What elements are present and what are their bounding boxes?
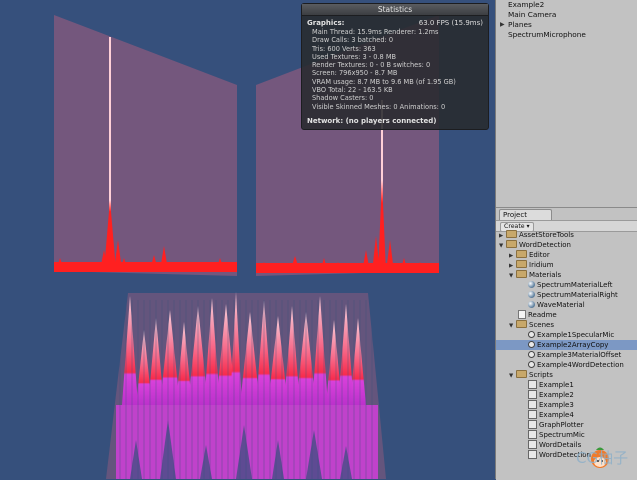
tree-item-label: Example4 bbox=[539, 411, 574, 419]
tree-item-label: SpectrumMaterialLeft bbox=[537, 281, 613, 289]
stat-line-draw-calls: Draw Calls: 3 batched: 0 bbox=[312, 36, 394, 45]
stat-line-shadow-casters: Shadow Casters: 0 bbox=[312, 94, 374, 103]
tree-item-graphplotter[interactable]: GraphPlotter bbox=[528, 419, 584, 430]
tree-item-spectrummaterialleft[interactable]: SpectrumMaterialLeft bbox=[528, 280, 613, 290]
script-icon bbox=[528, 439, 537, 449]
script-icon bbox=[528, 389, 537, 399]
tree-item-worddetection[interactable]: ▼ WordDetection bbox=[499, 240, 571, 250]
script-icon bbox=[528, 379, 537, 389]
folder-icon bbox=[516, 370, 527, 378]
tree-item-materials[interactable]: ▼ Materials bbox=[509, 270, 561, 280]
document-icon bbox=[518, 309, 526, 319]
tree-item-assetstoretools[interactable]: ▶ AssetStoreTools bbox=[499, 230, 574, 240]
game-view[interactable]: Statistics Graphics: 63.0 FPS (15.9ms) M… bbox=[0, 0, 495, 479]
stat-line-screen: Screen: 796x950 - 8.7 MB bbox=[312, 69, 398, 78]
tree-item-label: Example2ArrayCopy bbox=[537, 341, 609, 349]
tree-item-example4[interactable]: Example4 bbox=[528, 409, 574, 420]
unity-scene-icon bbox=[528, 330, 535, 338]
script-icon bbox=[528, 429, 537, 439]
tree-item-example2[interactable]: Example2 bbox=[528, 389, 574, 400]
tree-item-label: Example3 bbox=[539, 401, 574, 409]
folder-icon bbox=[516, 260, 527, 268]
stat-line-render-textures: Render Textures: 0 - 0 B switches: 0 bbox=[312, 61, 431, 70]
editor-side-panel: Example2 Main Camera ▶ Planes SpectrumMi… bbox=[495, 0, 637, 480]
tree-item-label: SpectrumMaterialRight bbox=[537, 291, 618, 299]
tree-item-label: SpectrumMic bbox=[539, 431, 585, 439]
script-icon bbox=[528, 409, 537, 419]
hierarchy-item-example2[interactable]: Example2 bbox=[508, 0, 544, 10]
script-icon bbox=[528, 449, 537, 459]
tree-item-spectrummic[interactable]: SpectrumMic bbox=[528, 429, 585, 440]
tree-item-scenes[interactable]: ▼ Scenes bbox=[509, 320, 554, 330]
tree-item-example4worddetection[interactable]: Example4WordDetection bbox=[528, 360, 624, 370]
unity-scene-icon bbox=[528, 350, 535, 358]
folder-icon bbox=[516, 270, 527, 278]
stat-line-vram: VRAM usage: 8.7 MB to 9.6 MB (of 1.95 GB… bbox=[312, 77, 456, 86]
tree-item-label: GraphPlotter bbox=[539, 421, 584, 429]
tree-item-label: Iridium bbox=[529, 261, 554, 269]
tree-item-label: Scenes bbox=[529, 321, 554, 329]
tree-item-label: Scripts bbox=[529, 371, 553, 379]
stat-line-skinned-meshes: Visible Skinned Meshes: 0 Animations: 0 bbox=[312, 102, 446, 111]
tree-item-label: Example2 bbox=[539, 391, 574, 399]
stat-line-textures: Used Textures: 3 - 0.8 MB bbox=[312, 52, 397, 61]
folder-icon bbox=[506, 230, 517, 238]
folder-icon bbox=[516, 320, 527, 328]
material-icon bbox=[528, 300, 535, 308]
tree-item-label: Editor bbox=[529, 251, 550, 259]
tree-item-spectrummaterialright[interactable]: SpectrumMaterialRight bbox=[528, 290, 618, 300]
material-icon bbox=[528, 280, 535, 288]
tree-item-label: Example1 bbox=[539, 381, 574, 389]
script-icon bbox=[528, 399, 537, 409]
collapse-arrow-icon[interactable]: ▼ bbox=[509, 321, 516, 331]
folder-icon bbox=[516, 250, 527, 258]
tree-item-iridium[interactable]: ▶ Iridium bbox=[509, 260, 554, 270]
tree-item-example1specularmic[interactable]: Example1SpecularMic bbox=[528, 330, 614, 340]
stat-line-vbo: VBO Total: 22 - 163.5 KB bbox=[312, 86, 393, 95]
stat-line-main-thread: Main Thread: 15.9ms Renderer: 1.2ms bbox=[312, 28, 439, 36]
tree-item-label: WordDetection bbox=[519, 241, 571, 249]
graphics-row: Graphics: 63.0 FPS (15.9ms) bbox=[307, 18, 483, 28]
tree-item-label: Example4WordDetection bbox=[537, 361, 624, 369]
material-icon bbox=[528, 290, 535, 298]
tree-item-label: AssetStoreTools bbox=[519, 231, 574, 239]
tree-item-label: Materials bbox=[529, 271, 562, 279]
network-status: Network: (no players connected) bbox=[307, 116, 437, 125]
unity-scene-icon bbox=[528, 360, 535, 368]
tree-item-example3materialoffset[interactable]: Example3MaterialOffset bbox=[528, 350, 621, 360]
script-icon bbox=[528, 419, 537, 429]
tree-item-example1[interactable]: Example1 bbox=[528, 379, 574, 390]
tree-item-label: Example1SpecularMic bbox=[537, 331, 615, 339]
expand-arrow-icon[interactable]: ▶ bbox=[500, 21, 505, 28]
unity-scene-icon bbox=[528, 340, 535, 348]
tree-item-label: WaveMaterial bbox=[537, 301, 585, 309]
tree-item-example3[interactable]: Example3 bbox=[528, 399, 574, 410]
tree-item-label: Example3MaterialOffset bbox=[537, 351, 622, 359]
tree-item-label: Readme bbox=[528, 311, 557, 319]
tree-item-scripts[interactable]: ▼ Scripts bbox=[509, 370, 553, 380]
tree-item-editor[interactable]: ▶ Editor bbox=[509, 250, 550, 260]
fps-readout: 63.0 FPS (15.9ms) bbox=[418, 19, 483, 27]
hierarchy-item-spectrum-microphone[interactable]: SpectrumMicrophone bbox=[508, 30, 586, 40]
hierarchy-item-planes[interactable]: Planes bbox=[508, 20, 532, 30]
collapse-arrow-icon[interactable]: ▼ bbox=[509, 271, 516, 281]
tree-item-example2arraycopy[interactable]: Example2ArrayCopy bbox=[496, 340, 637, 350]
hierarchy-panel[interactable]: Example2 Main Camera ▶ Planes SpectrumMi… bbox=[496, 0, 637, 205]
collapse-arrow-icon[interactable]: ▼ bbox=[499, 241, 506, 251]
watermark-text: CG柚子 bbox=[576, 449, 629, 467]
tree-item-wavematerial[interactable]: WaveMaterial bbox=[528, 300, 585, 310]
left-spectrum-plane bbox=[54, 15, 237, 276]
tab-project[interactable]: Project bbox=[499, 209, 552, 220]
project-panel: Project Create ▾ ▶ AssetStoreTools ▼ WordD… bbox=[496, 207, 637, 480]
hierarchy-item-main-camera[interactable]: Main Camera bbox=[508, 10, 556, 20]
statistics-title: Statistics bbox=[302, 4, 488, 16]
graphics-label: Graphics: bbox=[307, 19, 345, 27]
folder-icon bbox=[506, 240, 517, 248]
stat-line-tris: Tris: 600 Verts: 363 bbox=[312, 44, 376, 53]
statistics-panel: Statistics Graphics: 63.0 FPS (15.9ms) M… bbox=[301, 3, 489, 130]
collapse-arrow-icon[interactable]: ▼ bbox=[509, 371, 516, 381]
tree-item-readme[interactable]: Readme bbox=[518, 309, 557, 320]
